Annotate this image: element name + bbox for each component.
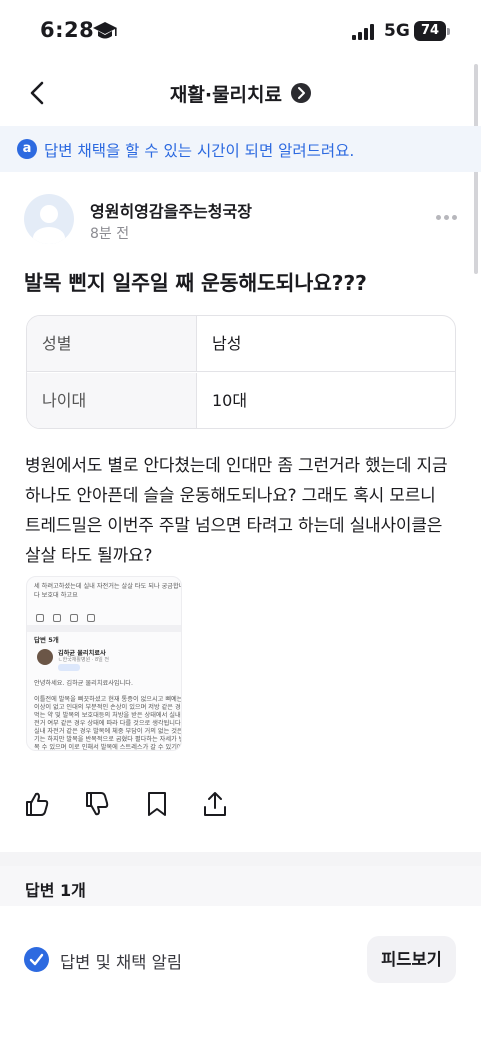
question-body: 병원에서도 별로 안다쳤는데 인대만 좀 그런거라 했는데 지금 하나도 안아픈…	[25, 456, 448, 566]
section-divider	[0, 852, 481, 866]
info-value: 남성	[212, 334, 242, 353]
attachment-text: 복 수 있으며 이로 인해서 발목에 스트레스가 갈 수 있기에	[34, 744, 182, 751]
notice-banner: a 답변 채택을 할 수 있는 시간이 되면 알려드려요.	[0, 126, 481, 172]
status-time: 6:28	[40, 18, 95, 42]
attachment-icons	[36, 607, 106, 622]
attachment-text: 다 보호대 하고요	[34, 592, 78, 599]
battery-level: 74	[414, 21, 446, 41]
answer-brand-icon: a	[17, 139, 37, 159]
user-avatar-icon	[33, 205, 65, 244]
answer-count: 답변 1개	[25, 881, 86, 900]
attached-image[interactable]: 세 하려고하셨는데 실내 자전거는 살살 타도 되나 궁금합니 다 보호대 하고…	[26, 576, 182, 751]
notice-text: 답변 채택을 할 수 있는 시간이 되면 알려드려요.	[44, 142, 355, 160]
info-row-gender: 성별 남성	[27, 316, 455, 372]
post-time: 8분 전	[90, 226, 130, 242]
attachment-text: 세 하려고하셨는데 실내 자전거는 살살 타도 되나 궁금합니	[34, 583, 182, 590]
question-title: 발목 삔지 일주일 째 운동해도되나요???	[24, 271, 367, 295]
author-name[interactable]: 영원히영감을주는청국장	[90, 198, 252, 222]
info-value: 10대	[212, 391, 248, 410]
info-key: 성별	[27, 316, 197, 371]
more-options-icon[interactable]	[436, 214, 458, 222]
info-table: 성별 남성 나이대 10대	[26, 315, 456, 429]
battery-icon: 74	[414, 21, 450, 41]
page-title: 재활·물리치료	[169, 84, 282, 106]
bookmark-icon[interactable]	[144, 790, 170, 818]
signal-icon	[352, 24, 374, 40]
dislike-icon[interactable]	[84, 790, 110, 818]
chevron-right-icon	[291, 82, 312, 103]
checkmark-icon[interactable]	[24, 947, 49, 972]
avatar[interactable]	[24, 194, 74, 244]
expert-avatar	[37, 649, 53, 665]
notify-label[interactable]: 답변 및 채택 알림	[60, 949, 182, 973]
status-bar: 6:28 5G 74	[0, 0, 481, 60]
attachment-answer-label: 답변 5개	[34, 636, 59, 644]
graduation-cap-icon	[93, 22, 117, 39]
feed-button[interactable]: 피드보기	[367, 936, 456, 983]
header: 재활·물리치료	[0, 62, 481, 124]
network-label: 5G	[384, 21, 410, 41]
expert-badge	[58, 664, 80, 671]
attachment-text: 안녕하세요. 김하균 물리치료사입니다.	[34, 680, 133, 687]
like-icon[interactable]	[24, 790, 50, 818]
info-key: 나이대	[27, 373, 197, 428]
attachment-expert-sub: ㄴ한국재활병원 · 8일 전	[58, 657, 109, 663]
category-title-link[interactable]: 재활·물리치료	[0, 80, 481, 107]
share-icon[interactable]	[202, 790, 228, 818]
info-row-age: 나이대 10대	[27, 373, 455, 428]
